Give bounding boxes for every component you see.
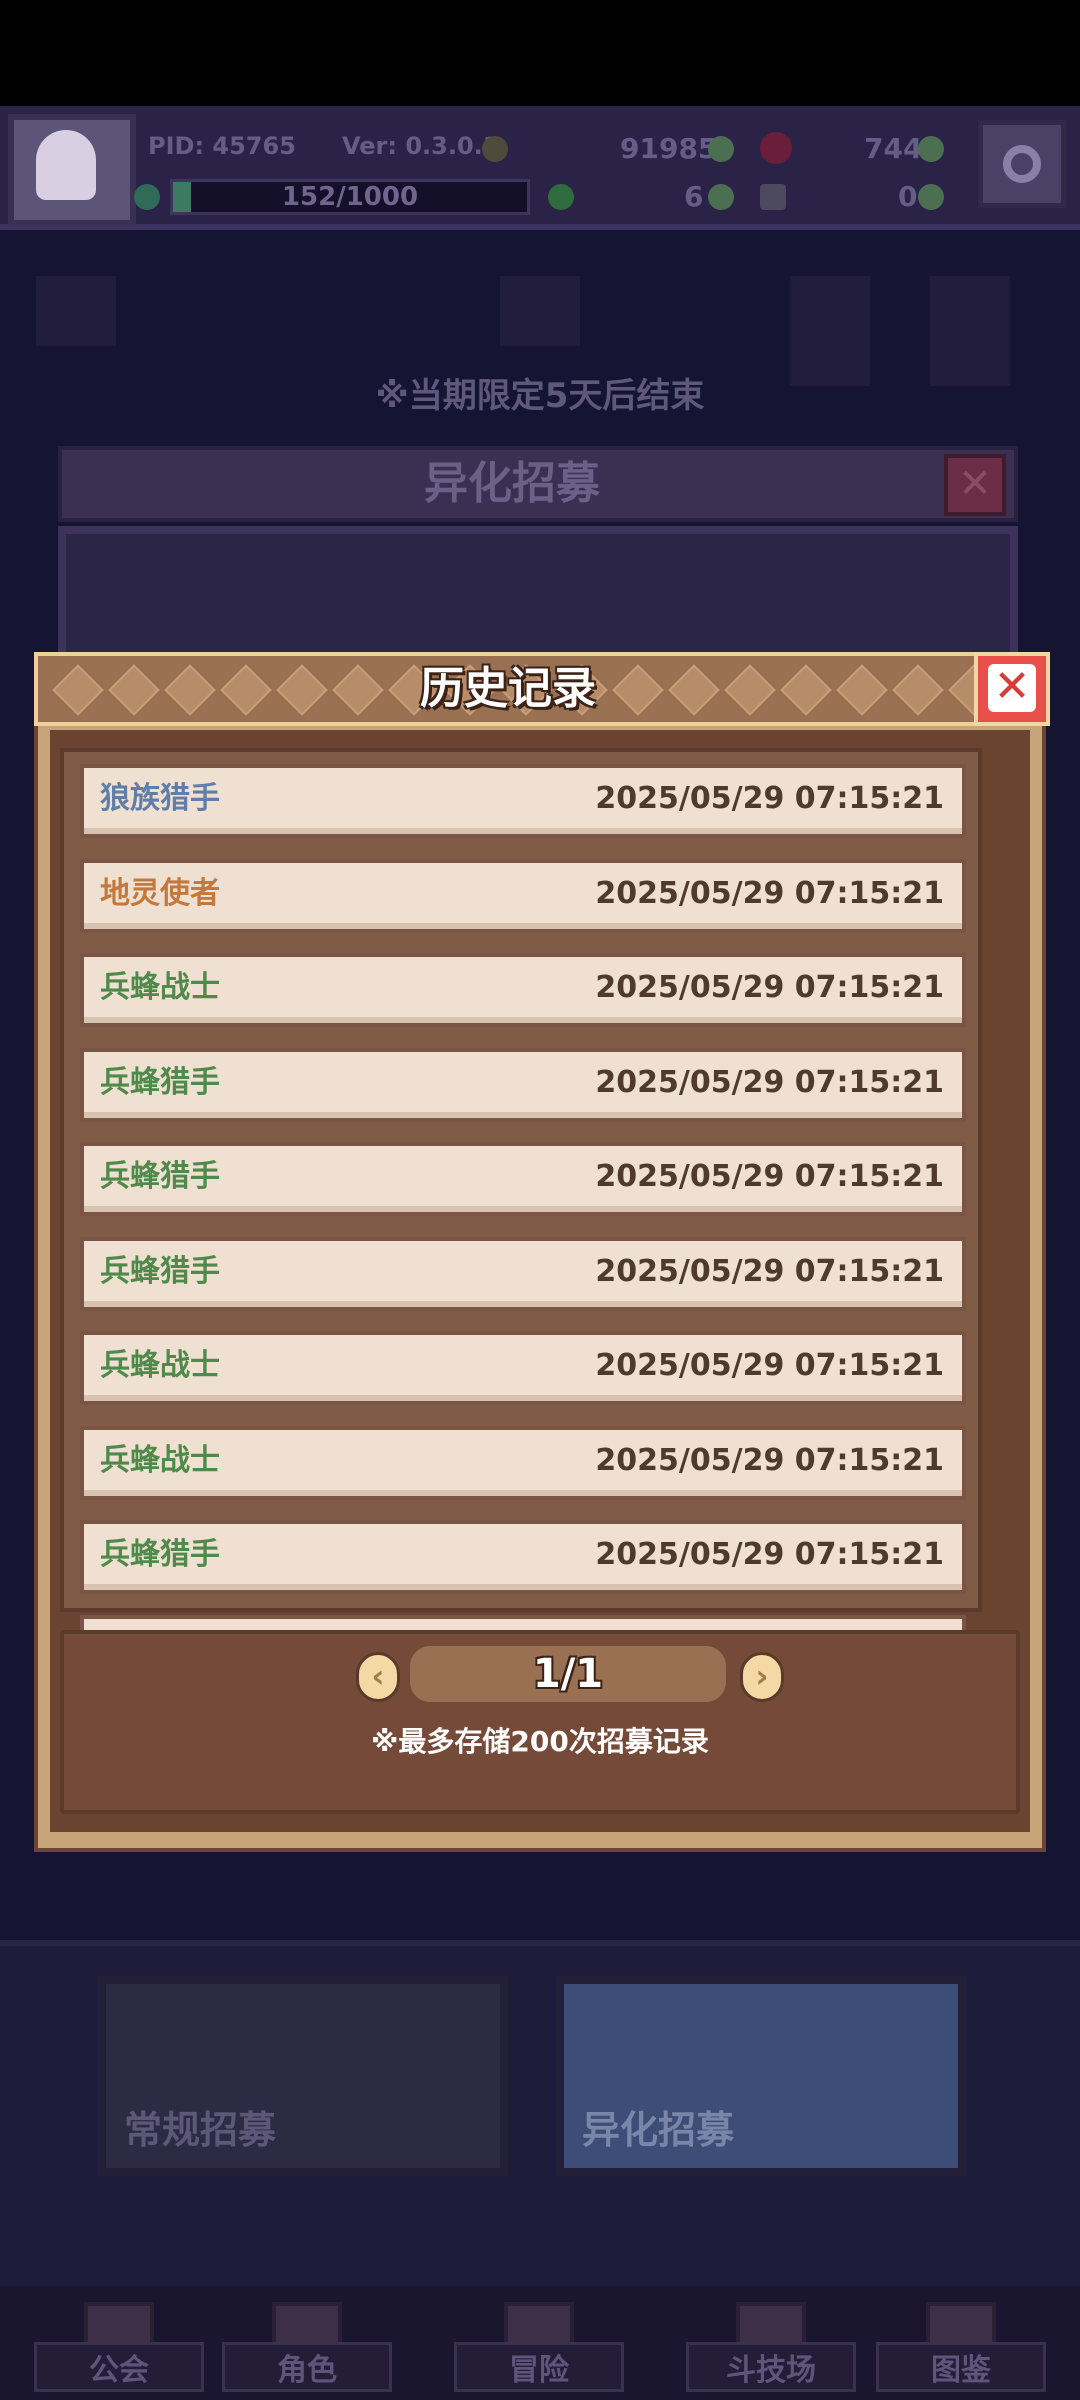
record-name: 兵蜂战士 xyxy=(100,1442,220,1478)
dialog-title-bar: 历史记录 xyxy=(34,652,982,726)
record-time: 2025/05/29 07:15:21 xyxy=(595,1159,944,1194)
record-name: 兵蜂猎手 xyxy=(100,1537,220,1572)
list-item: 兵蜂猎手 2025/05/29 07:15:21 xyxy=(80,1047,966,1122)
record-time: 2025/05/29 07:15:21 xyxy=(595,970,944,1005)
page-indicator: 1/1 xyxy=(410,1646,726,1702)
storage-limit-note: ※最多存储200次招募记录 xyxy=(371,1725,709,1758)
record-time: 2025/05/29 07:15:21 xyxy=(595,1348,944,1383)
list-item: 兵蜂战士 2025/05/29 07:15:21 xyxy=(80,953,966,1027)
record-time: 2025/05/29 07:15:21 xyxy=(595,875,944,911)
record-name: 兵蜂猎手 xyxy=(100,1064,220,1100)
list-item: 兵蜂猎手 2025/05/29 07:15:21 xyxy=(80,1142,966,1216)
pagination-footer: ‹ 1/1 › ※最多存储200次招募记录 xyxy=(60,1630,1020,1814)
record-name: 兵蜂战士 xyxy=(100,1348,220,1383)
record-time: 2025/05/29 07:15:21 xyxy=(595,1537,944,1572)
record-time: 2025/05/29 07:15:21 xyxy=(595,1442,944,1478)
record-time: 2025/05/29 07:15:21 xyxy=(595,781,944,816)
chevron-right-icon: › xyxy=(755,1657,769,1695)
close-button[interactable]: ✕ xyxy=(974,652,1050,726)
record-time: 2025/05/29 07:15:21 xyxy=(595,1064,944,1100)
history-list[interactable]: 狼族猎手 2025/05/29 07:15:21 地灵使者 2025/05/29 07… xyxy=(60,748,982,1689)
list-item: 地灵使者 2025/05/29 07:15:21 xyxy=(80,858,966,933)
history-dialog: 历史记录 ✕ 狼族猎手 2025/05/29 07:15:21 地灵使者 2025/0… xyxy=(30,652,1050,1852)
list-item: 兵蜂猎手 2025/05/29 07:15:21 xyxy=(80,1236,966,1311)
prev-page-button[interactable]: ‹ xyxy=(356,1652,400,1702)
next-page-button[interactable]: › xyxy=(740,1652,784,1702)
record-time: 2025/05/29 07:15:21 xyxy=(595,1253,944,1289)
chevron-left-icon: ‹ xyxy=(371,1657,385,1695)
close-icon: ✕ xyxy=(988,664,1036,712)
record-name: 兵蜂猎手 xyxy=(100,1159,220,1194)
dialog-title: 历史记录 xyxy=(420,663,596,714)
list-item: 兵蜂战士 2025/05/29 07:15:21 xyxy=(80,1425,966,1500)
list-item: 兵蜂猎手 2025/05/29 07:15:21 xyxy=(80,1520,966,1594)
list-item: 兵蜂战士 2025/05/29 07:15:21 xyxy=(80,1331,966,1405)
record-name: 兵蜂猎手 xyxy=(100,1253,220,1289)
record-name: 狼族猎手 xyxy=(100,781,220,816)
record-name: 地灵使者 xyxy=(100,875,220,911)
record-name: 兵蜂战士 xyxy=(100,970,220,1005)
list-item: 狼族猎手 2025/05/29 07:15:21 xyxy=(80,764,966,838)
